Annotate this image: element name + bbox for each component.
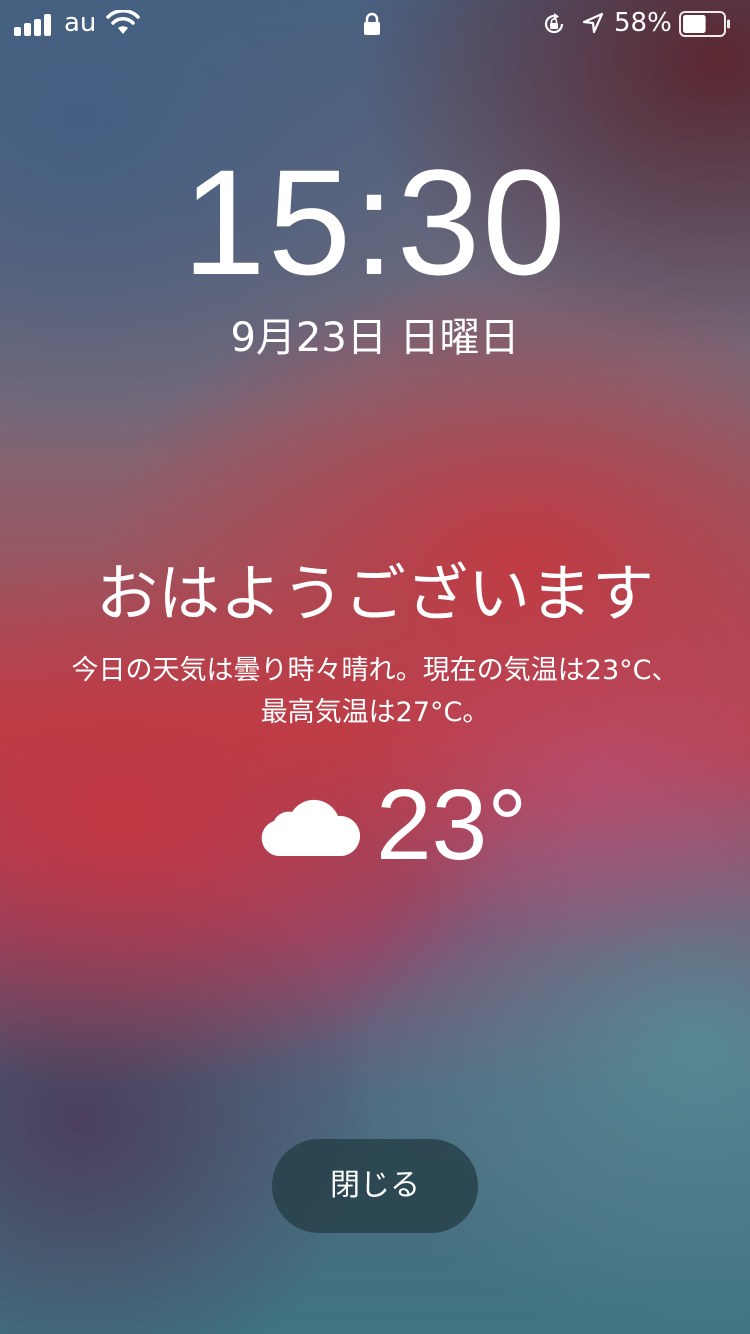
signal-icon xyxy=(14,14,54,36)
forecast-line-2: 最高気温は27°C。 xyxy=(260,697,490,728)
status-bar: au 58% xyxy=(0,0,750,48)
lock-screen-time: 15:30 xyxy=(182,138,568,306)
weather-forecast-text: 今日の天気は曇り時々晴れ。現在の気温は23°C、 最高気温は27°C。 xyxy=(40,650,710,734)
close-button[interactable]: 閉じる xyxy=(272,1139,478,1233)
battery-percentage: 58% xyxy=(614,8,672,38)
forecast-line-1: 今日の天気は曇り時々晴れ。現在の気温は23°C、 xyxy=(71,655,679,686)
location-icon xyxy=(582,12,604,34)
current-temperature: 23° xyxy=(376,769,528,881)
rotation-lock-icon xyxy=(544,13,564,34)
wifi-icon xyxy=(106,10,140,34)
current-weather: 23° xyxy=(0,770,750,880)
cloud-icon xyxy=(261,799,361,856)
greeting-title: おはようございます xyxy=(95,557,654,630)
battery-icon xyxy=(679,11,730,37)
lock-screen-date: 9月23日 日曜日 xyxy=(230,315,520,361)
lock-icon xyxy=(364,12,380,35)
carrier-name: au xyxy=(64,8,97,38)
